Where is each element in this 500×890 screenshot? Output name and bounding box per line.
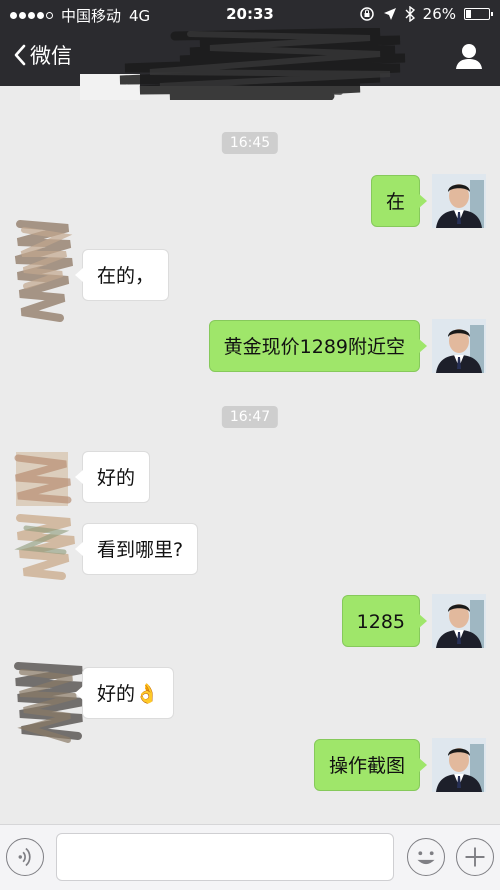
input-bar: [0, 824, 500, 890]
my-avatar[interactable]: [432, 319, 486, 373]
battery-percent: 26%: [422, 5, 456, 23]
battery-icon: [464, 8, 493, 20]
back-label: 微信: [30, 44, 72, 68]
sent-message-bubble[interactable]: 操作截图: [313, 739, 428, 791]
message-input[interactable]: [56, 833, 394, 881]
plus-icon[interactable]: [456, 838, 494, 876]
status-bar: 中国移动 4G 20:33 26%: [0, 0, 500, 28]
emoji-icon[interactable]: [407, 838, 445, 876]
my-avatar[interactable]: [432, 738, 486, 792]
received-message-bubble[interactable]: 看到哪里?: [74, 523, 199, 575]
message-timestamp: 16:45: [221, 132, 279, 154]
received-message-bubble[interactable]: 在的，: [74, 249, 170, 301]
my-avatar[interactable]: [432, 594, 486, 648]
location-icon: [383, 8, 396, 20]
chevron-left-icon: [14, 44, 26, 66]
contact-avatar-blurred[interactable]: [10, 214, 74, 326]
back-button[interactable]: 微信: [12, 40, 72, 70]
voice-icon[interactable]: [6, 838, 44, 876]
sent-message-bubble[interactable]: 黄金现价1289附近空: [208, 320, 428, 372]
sent-message-bubble[interactable]: 1285: [341, 595, 428, 647]
status-right: 26%: [359, 5, 493, 23]
profile-icon[interactable]: [454, 42, 484, 70]
contact-avatar-blurred[interactable]: [10, 448, 78, 580]
my-avatar[interactable]: [432, 174, 486, 228]
received-message-bubble[interactable]: 好的👌: [75, 667, 174, 719]
message-timestamp: 16:47: [221, 406, 279, 428]
sent-message-bubble[interactable]: 在: [370, 175, 428, 227]
received-message-bubble[interactable]: 好的: [74, 451, 151, 503]
contact-avatar-blurred[interactable]: [12, 658, 90, 746]
lock-rotation-icon: [359, 7, 374, 21]
chat-area[interactable]: 16:45 在 在的， 黄金现价1289附近空 16:47 好的 看到哪里? 1…: [0, 86, 500, 824]
bluetooth-icon: [405, 6, 415, 22]
